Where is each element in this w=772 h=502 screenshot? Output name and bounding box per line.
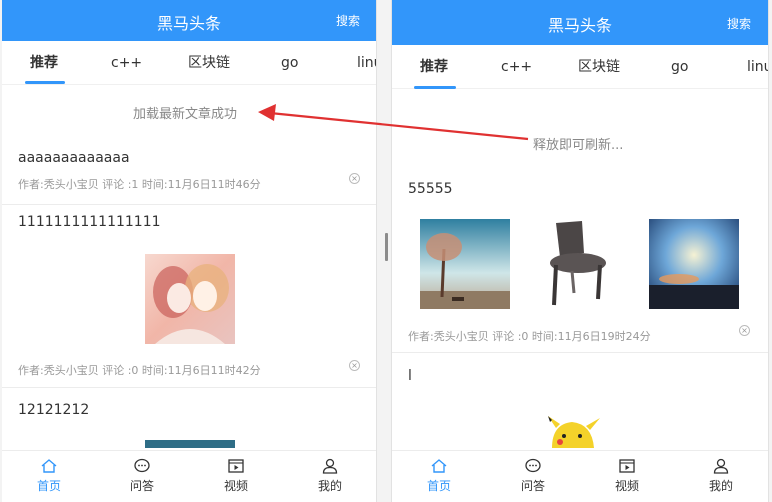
divider bbox=[392, 352, 768, 353]
article-title: 12121212 bbox=[18, 402, 90, 418]
app-title: 黑马头条 bbox=[156, 14, 221, 33]
tabbar-label: 首页 bbox=[426, 479, 451, 493]
tabbar-qa[interactable]: 问答 bbox=[503, 451, 563, 494]
tabbar-label: 我的 bbox=[317, 479, 342, 493]
tab-recommend[interactable]: 推荐 bbox=[30, 41, 58, 85]
tabbar-mine[interactable]: 我的 bbox=[691, 451, 751, 494]
search-button[interactable]: 搜索 bbox=[336, 12, 360, 29]
article-item[interactable]: 12121212 bbox=[2, 402, 376, 452]
split-divider bbox=[377, 0, 391, 502]
tabbar-label: 视频 bbox=[614, 479, 639, 493]
bottom-tabbar: 首页 问答 视频 我的 bbox=[2, 450, 376, 502]
article-item[interactable]: 55555 作者:秃头小宝贝 评论:0 时间:11月6日19时24分 × bbox=[392, 181, 768, 351]
tabbar-label: 我的 bbox=[708, 479, 733, 493]
home-icon bbox=[41, 459, 57, 473]
user-icon bbox=[713, 458, 729, 474]
article-meta: 作者:秃头小宝贝 评论 :0 时间:11月6日19时24分 bbox=[408, 330, 651, 343]
article-cover-image bbox=[145, 440, 235, 448]
video-icon bbox=[228, 459, 244, 473]
tabbar-mine[interactable]: 我的 bbox=[300, 451, 360, 494]
tab-indicator bbox=[414, 86, 456, 89]
chat-icon bbox=[525, 458, 541, 473]
channel-tabs: 推荐 c++ 区块链 go linu bbox=[2, 41, 376, 85]
close-icon[interactable]: × bbox=[739, 325, 750, 336]
tab-blockchain[interactable]: 区块链 bbox=[188, 41, 230, 85]
bottom-tabbar: 首页 问答 视频 我的 bbox=[392, 450, 768, 502]
article-cover-image bbox=[534, 219, 624, 309]
channel-tabs: 推荐 c++ 区块链 go linu bbox=[392, 45, 768, 89]
tab-recommend[interactable]: 推荐 bbox=[420, 45, 448, 89]
tab-cpp[interactable]: c++ bbox=[111, 41, 142, 85]
search-button[interactable]: 搜索 bbox=[727, 15, 751, 32]
article-title: aaaaaaaaaaaaa bbox=[18, 150, 130, 166]
app-header: 黑马头条 搜索 bbox=[2, 0, 376, 41]
close-icon[interactable]: × bbox=[349, 360, 360, 371]
article-item[interactable]: l bbox=[392, 368, 768, 448]
article-cover-image bbox=[542, 414, 602, 448]
article-cover-image bbox=[145, 254, 235, 344]
right-phone-view: 黑马头条 搜索 推荐 c++ 区块链 go linu 释放即可刷新... 555… bbox=[391, 0, 769, 502]
tab-linux[interactable]: linu bbox=[357, 41, 376, 85]
article-cover-image bbox=[420, 219, 510, 309]
pull-refresh-release-text: 释放即可刷新... bbox=[533, 138, 624, 153]
tabbar-qa[interactable]: 问答 bbox=[112, 451, 172, 494]
article-item[interactable]: aaaaaaaaaaaaa 作者:秃头小宝贝 评论 :1 时间:11月6日11时… bbox=[2, 150, 376, 198]
home-icon bbox=[431, 459, 447, 473]
pull-refresh-success-text: 加载最新文章成功 bbox=[133, 107, 238, 122]
tab-linux[interactable]: linu bbox=[747, 45, 768, 89]
tab-cpp[interactable]: c++ bbox=[501, 45, 532, 89]
article-title: l bbox=[408, 368, 412, 384]
divider bbox=[2, 204, 376, 205]
tab-go[interactable]: go bbox=[671, 45, 688, 89]
app-title: 黑马头条 bbox=[547, 16, 612, 35]
tabbar-home[interactable]: 首页 bbox=[409, 451, 469, 494]
tabbar-video[interactable]: 视频 bbox=[597, 451, 657, 494]
tab-go[interactable]: go bbox=[281, 41, 298, 85]
article-meta: 作者:秃头小宝贝 评论 :1 时间:11月6日11时46分 bbox=[18, 178, 261, 191]
tabbar-label: 问答 bbox=[520, 479, 545, 493]
left-phone-view: 黑马头条 搜索 推荐 c++ 区块链 go linu 加载最新文章成功 aaaa… bbox=[2, 0, 377, 502]
tabbar-home[interactable]: 首页 bbox=[19, 451, 79, 494]
article-meta: 作者:秃头小宝贝 评论 :0 时间:11月6日11时42分 bbox=[18, 364, 261, 377]
user-icon bbox=[322, 458, 338, 474]
tabbar-label: 问答 bbox=[129, 479, 154, 493]
article-cover-image bbox=[649, 219, 739, 309]
article-title: 55555 bbox=[408, 181, 453, 197]
tabbar-video[interactable]: 视频 bbox=[206, 451, 266, 494]
tabbar-label: 首页 bbox=[36, 479, 61, 493]
divider bbox=[2, 387, 376, 388]
video-icon bbox=[619, 459, 635, 473]
tab-indicator bbox=[25, 81, 65, 84]
tabbar-label: 视频 bbox=[223, 479, 248, 493]
close-icon[interactable]: × bbox=[349, 173, 360, 184]
article-title: 1111111111111111 bbox=[18, 214, 161, 230]
app-header: 黑马头条 搜索 bbox=[392, 0, 768, 45]
article-item[interactable]: 1111111111111111 作者:秃头小宝贝 评论 :0 时间:11月6日… bbox=[2, 214, 376, 382]
resize-handle[interactable] bbox=[385, 233, 388, 261]
chat-icon bbox=[134, 458, 150, 473]
tab-blockchain[interactable]: 区块链 bbox=[578, 45, 620, 89]
